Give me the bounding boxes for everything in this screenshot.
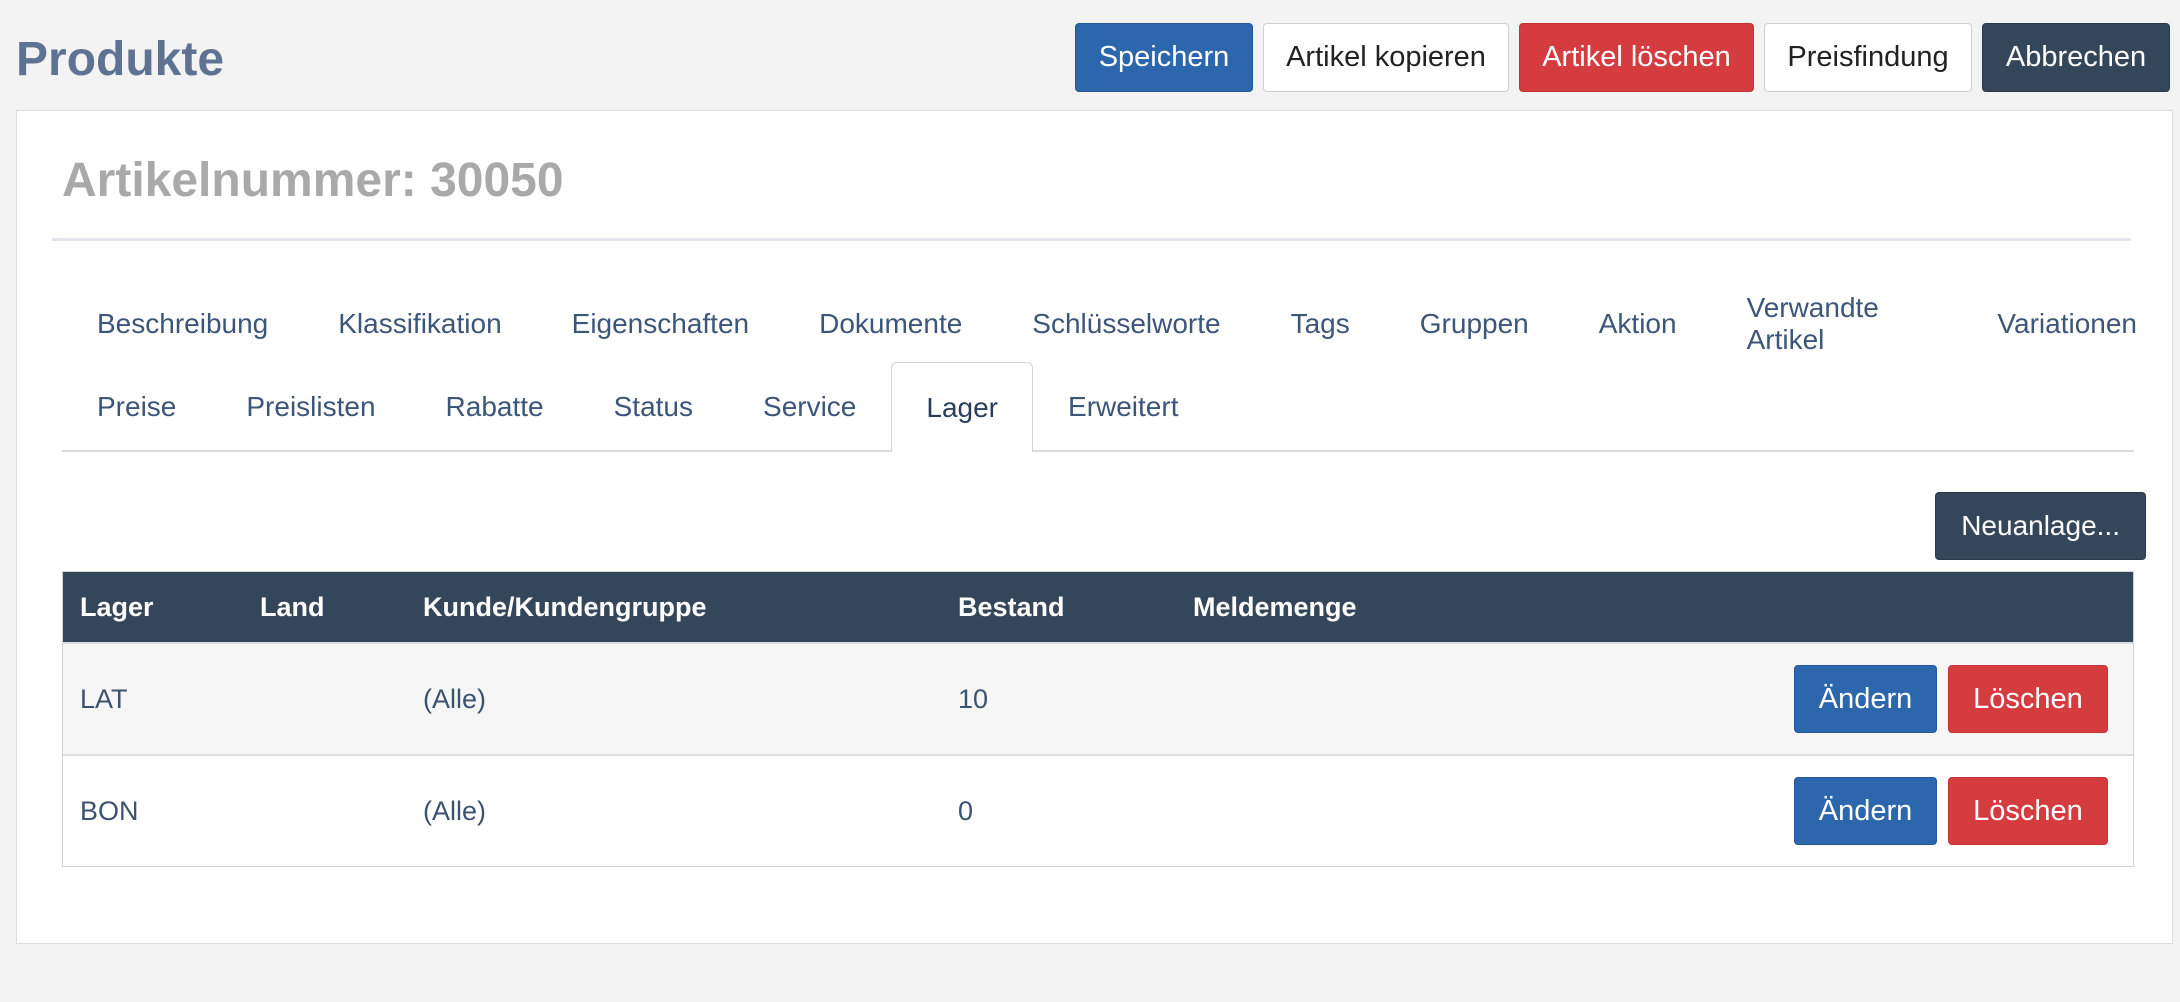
- tab-erweitert[interactable]: Erweitert: [1033, 362, 1213, 450]
- toolbar: Speichern Artikel kopieren Artikel lösch…: [1075, 23, 2170, 92]
- tab-preislisten[interactable]: Preislisten: [211, 362, 410, 450]
- pricing-button[interactable]: Preisfindung: [1764, 23, 1972, 92]
- cell-kunde: (Alle): [423, 795, 487, 826]
- cell-lager: BON: [80, 795, 139, 826]
- cell-bestand: 10: [958, 683, 989, 714]
- column-header-kunde[interactable]: Kunde/Kundengruppe: [423, 572, 706, 642]
- table-header: Lager Land Kunde/Kundengruppe Bestand Me…: [63, 572, 2133, 642]
- cell-lager: LAT: [80, 683, 128, 714]
- page-title: Produkte: [16, 33, 225, 86]
- tabs-row-1: Beschreibung Klassifikation Eigenschafte…: [62, 279, 2172, 367]
- tab-verwandte-artikel[interactable]: Verwandte Artikel: [1712, 279, 1963, 367]
- tab-eigenschaften[interactable]: Eigenschaften: [537, 279, 784, 367]
- article-panel: Artikelnummer: 30050 Beschreibung Klassi…: [16, 110, 2173, 944]
- cell-kunde: (Alle): [423, 683, 487, 714]
- column-header-lager[interactable]: Lager: [80, 572, 154, 642]
- delete-button[interactable]: Löschen: [1948, 665, 2108, 733]
- edit-button[interactable]: Ändern: [1794, 777, 1937, 845]
- tabs-divider: [62, 450, 2134, 452]
- row-actions: Ändern Löschen: [1794, 644, 2108, 754]
- table-row: LAT (Alle) 10 Ändern Löschen: [63, 642, 2133, 754]
- tab-schluesselworte[interactable]: Schlüsselworte: [997, 279, 1255, 367]
- tab-preise[interactable]: Preise: [62, 362, 211, 450]
- delete-article-button[interactable]: Artikel löschen: [1519, 23, 1754, 92]
- tab-gruppen[interactable]: Gruppen: [1385, 279, 1564, 367]
- cell-bestand: 0: [958, 795, 974, 826]
- tab-variationen[interactable]: Variationen: [1962, 279, 2172, 367]
- tab-tags[interactable]: Tags: [1256, 279, 1385, 367]
- article-number-heading: Artikelnummer: 30050: [62, 154, 564, 207]
- column-header-land[interactable]: Land: [260, 572, 325, 642]
- save-button[interactable]: Speichern: [1075, 23, 1253, 92]
- tab-aktion[interactable]: Aktion: [1564, 279, 1712, 367]
- tab-beschreibung[interactable]: Beschreibung: [62, 279, 303, 367]
- tab-rabatte[interactable]: Rabatte: [411, 362, 579, 450]
- edit-button[interactable]: Ändern: [1794, 665, 1937, 733]
- column-header-meldemenge[interactable]: Meldemenge: [1193, 572, 1357, 642]
- tabs-row-2: Preise Preislisten Rabatte Status Servic…: [62, 362, 1213, 452]
- new-stock-button[interactable]: Neuanlage...: [1935, 492, 2146, 560]
- stock-table: Lager Land Kunde/Kundengruppe Bestand Me…: [62, 571, 2134, 867]
- table-row: BON (Alle) 0 Ändern Löschen: [63, 754, 2133, 866]
- column-header-bestand[interactable]: Bestand: [958, 572, 1065, 642]
- copy-article-button[interactable]: Artikel kopieren: [1263, 23, 1509, 92]
- tab-status[interactable]: Status: [579, 362, 728, 450]
- heading-divider: [52, 238, 2131, 241]
- tab-dokumente[interactable]: Dokumente: [784, 279, 997, 367]
- delete-button[interactable]: Löschen: [1948, 777, 2108, 845]
- tab-klassifikation[interactable]: Klassifikation: [303, 279, 536, 367]
- tab-lager[interactable]: Lager: [891, 362, 1034, 452]
- cancel-button[interactable]: Abbrechen: [1982, 23, 2170, 92]
- tab-service[interactable]: Service: [728, 362, 891, 450]
- row-actions: Ändern Löschen: [1794, 756, 2108, 866]
